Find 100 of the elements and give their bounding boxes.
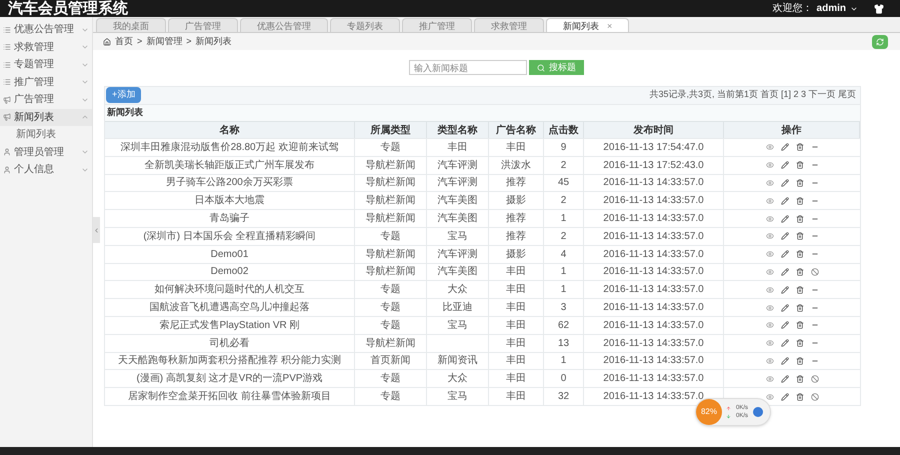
table-cell-text: 专题 xyxy=(380,390,400,404)
delete-icon[interactable] xyxy=(796,196,804,205)
table-cell-text: 宝马 xyxy=(448,318,468,333)
edit-icon[interactable] xyxy=(780,214,788,223)
edit-icon[interactable] xyxy=(780,143,788,152)
tab[interactable]: 广告管理 xyxy=(168,18,238,32)
view-icon[interactable] xyxy=(766,304,774,312)
edit-icon[interactable] xyxy=(780,232,788,240)
delete-icon[interactable] xyxy=(796,356,804,365)
table-cell-text: 深圳丰田雅康混动版售价28.80万起 欢迎前来试驾 xyxy=(120,140,338,155)
view-icon[interactable] xyxy=(766,250,774,258)
tab[interactable]: 推广管理 xyxy=(402,18,472,32)
table-cell-text: 汽车美图 xyxy=(438,264,478,280)
table-cell-text: 新闻资讯 xyxy=(438,354,478,368)
table-cell-text: 专题 xyxy=(380,230,400,244)
view-icon[interactable] xyxy=(766,339,774,348)
view-icon[interactable] xyxy=(766,143,774,152)
search-field[interactable]: 输入新闻标题 xyxy=(409,60,527,75)
table-cell-text: 首页新闻 xyxy=(370,354,410,368)
view-icon[interactable] xyxy=(766,232,774,240)
delete-icon[interactable] xyxy=(796,304,804,312)
table-cell-text: 1 xyxy=(560,283,566,298)
table-cell-text: 2016-11-13 14:33:57.0 xyxy=(603,212,704,226)
view-icon[interactable] xyxy=(766,356,774,365)
edit-icon[interactable] xyxy=(780,250,788,258)
delete-icon[interactable] xyxy=(796,143,804,152)
tab[interactable]: 新闻列表 × xyxy=(546,18,630,32)
view-icon[interactable] xyxy=(766,161,774,170)
tab[interactable]: 优惠公告管理 xyxy=(240,18,328,32)
sidebar-item[interactable]: 新闻列表 xyxy=(0,108,92,126)
table-cell-text: 32 xyxy=(558,390,570,404)
breadcrumb-link[interactable]: 新闻管理 xyxy=(146,34,182,48)
view-icon[interactable] xyxy=(766,392,774,401)
table-cell-text: 摄影 xyxy=(506,194,526,208)
delete-icon[interactable] xyxy=(796,232,804,240)
table-cell-text: Demo02 xyxy=(210,265,248,280)
sidebar-item[interactable]: 广告管理 xyxy=(0,91,92,108)
delete-icon[interactable] xyxy=(796,286,804,294)
sidebar-item[interactable]: 专题管理 xyxy=(0,56,92,74)
sidebar-item[interactable]: 优惠公告管理 xyxy=(0,21,92,38)
edit-icon[interactable] xyxy=(780,286,788,294)
chevron-left-icon xyxy=(93,226,100,234)
view-icon[interactable] xyxy=(766,286,774,294)
panel-title: 新闻列表 xyxy=(105,104,860,121)
view-icon[interactable] xyxy=(766,268,774,276)
edit-icon[interactable] xyxy=(780,161,788,170)
delete-icon[interactable] xyxy=(796,178,804,187)
breadcrumb-separator: > xyxy=(137,34,142,48)
table-cell-text: 丰田 xyxy=(506,300,526,316)
column-header: 类型名称 xyxy=(427,122,489,138)
edit-icon[interactable] xyxy=(780,374,788,383)
edit-icon[interactable] xyxy=(780,268,788,276)
add-button[interactable]: +添加 xyxy=(106,87,142,103)
edit-icon[interactable] xyxy=(780,392,788,401)
sidebar-item[interactable]: 推广管理 xyxy=(0,74,92,91)
ban-icon[interactable] xyxy=(810,374,818,383)
sidebar-item[interactable]: 求救管理 xyxy=(0,38,92,56)
tab[interactable]: 我的桌面 xyxy=(96,18,166,32)
sidebar-subitem[interactable]: 新闻列表 xyxy=(0,126,92,144)
breadcrumb-link[interactable]: 新闻列表 xyxy=(196,34,232,48)
view-icon[interactable] xyxy=(766,214,774,223)
edit-icon[interactable] xyxy=(780,356,788,365)
view-icon[interactable] xyxy=(766,196,774,205)
table-cell-text: 62 xyxy=(558,318,570,333)
table-cell-text: 男子骑车公路200余万买彩票 xyxy=(166,176,293,190)
table-cell-text: 3 xyxy=(560,301,566,316)
table-cell-text: 2016-11-13 14:33:57.0 xyxy=(603,354,704,368)
delete-icon[interactable] xyxy=(796,392,804,401)
table-cell-text: 推荐 xyxy=(506,176,526,190)
view-icon[interactable] xyxy=(766,321,774,330)
user-menu[interactable]: admin xyxy=(816,1,858,16)
edit-icon[interactable] xyxy=(780,321,788,330)
breadcrumb-link[interactable]: 首页 xyxy=(115,34,133,48)
edit-icon[interactable] xyxy=(780,304,788,312)
delete-icon[interactable] xyxy=(796,339,804,348)
view-icon[interactable] xyxy=(766,374,774,383)
table-cell-text: 2 xyxy=(560,230,566,244)
view-icon[interactable] xyxy=(766,178,774,187)
table-cell-text: 导航栏新闻 xyxy=(366,336,416,351)
table-cell-text: 全新凯美瑞长轴距版正式广州车展发布 xyxy=(144,158,314,173)
column-header: 名称 xyxy=(105,122,355,138)
edit-icon[interactable] xyxy=(780,178,788,187)
delete-icon[interactable] xyxy=(796,374,804,383)
table-cell-text: 丰田 xyxy=(506,318,526,333)
delete-icon[interactable] xyxy=(796,250,804,258)
delete-icon[interactable] xyxy=(796,268,804,276)
tab[interactable]: 求救管理 xyxy=(474,18,544,32)
edit-icon[interactable] xyxy=(780,196,788,205)
sidebar-item[interactable]: 管理员管理 xyxy=(0,144,92,161)
table-cell-text: 导航栏新闻 xyxy=(366,212,416,226)
delete-icon[interactable] xyxy=(796,214,804,223)
shirt-icon[interactable] xyxy=(874,4,884,14)
table-cell-text: 专题 xyxy=(380,372,400,386)
sidebar-item[interactable]: 个人信息 xyxy=(0,161,92,178)
delete-icon[interactable] xyxy=(796,321,804,330)
ban-icon[interactable] xyxy=(810,268,818,276)
ban-icon[interactable] xyxy=(810,392,818,401)
edit-icon[interactable] xyxy=(780,339,788,348)
delete-icon[interactable] xyxy=(796,161,804,170)
tab[interactable]: 专题列表 xyxy=(330,18,400,32)
